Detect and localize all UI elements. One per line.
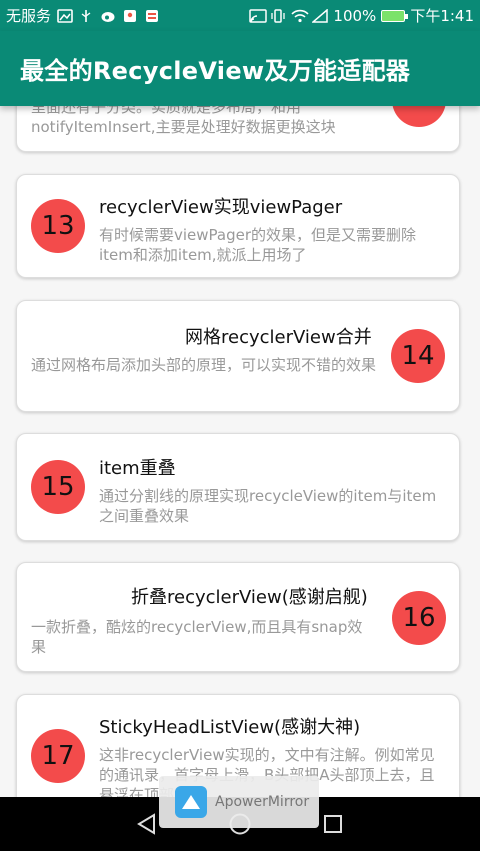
wifi-icon [291,9,310,23]
cast-icon [249,8,268,23]
signal-icon [311,7,329,23]
item-description: 通过网格布局添加头部的原理，可以实现不错的效果 [31,356,377,374]
news-app-icon [145,9,161,23]
item-description: 一款折叠，酷炫的recyclerView,而且具有snap效果 [31,618,363,656]
usb-icon [79,9,95,23]
back-icon[interactable] [132,809,162,839]
list-item[interactable]: 网格recyclerView合并 通过网格布局添加头部的原理，可以实现不错的效果… [16,300,460,412]
item-title: 网格recyclerView合并 [185,327,372,348]
item-title: 折叠recyclerView(感谢启舰) [131,587,368,608]
recents-icon[interactable] [318,809,348,839]
item-number-badge: 14 [391,329,445,383]
status-bar: 无服务 100% 下午1:41 [0,0,480,31]
item-title: item重叠 [99,458,176,479]
item-number-badge: 13 [31,199,85,253]
item-description: 通过分割线的原理实现recycleView的item与item之间重叠效果 [99,487,437,525]
apowermirror-label: ApowerMirror [215,794,310,810]
page-title: 最全的RecycleView及万能适配器 [20,57,411,85]
item-title: recyclerView实现viewPager [99,197,343,218]
vibrate-icon [270,8,286,23]
weibo-icon [101,9,117,23]
item-number-badge: 16 [392,591,446,645]
clock: 下午1:41 [410,7,474,25]
recycler-list[interactable]: 里面还有子分类。实质就是多布局，和用notifyItemInsert,主要是处理… [0,0,480,797]
apowermirror-logo-icon [175,786,207,818]
list-item[interactable]: 15 item重叠 通过分割线的原理实现recycleView的item与ite… [16,433,460,541]
item-number-badge: 15 [31,460,85,514]
app-bar: 最全的RecycleView及万能适配器 [0,31,480,106]
item-title: StickyHeadListView(感谢大神) [99,717,361,738]
list-item[interactable]: 13 recyclerView实现viewPager 有时候需要viewPage… [16,174,460,278]
battery-icon [381,9,409,22]
list-item[interactable]: 折叠recyclerView(感谢启舰) 一款折叠，酷炫的recyclerVie… [16,562,460,672]
item-number-badge: 17 [31,729,85,783]
item-description: 有时候需要viewPager的效果，但是又需要删除item和添加item,就派上… [99,226,417,264]
battery-percent: 100% [333,6,377,25]
carrier-text: 无服务 [6,7,52,25]
gallery-notification-icon [57,8,73,23]
map-pin-icon [123,9,139,23]
apowermirror-overlay[interactable]: ApowerMirror [159,776,319,828]
